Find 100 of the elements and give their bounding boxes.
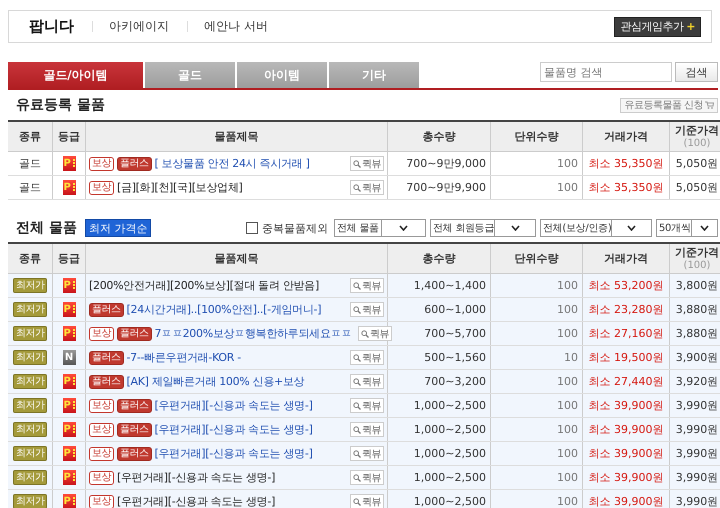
game-name[interactable]: 아키에이지 [109, 18, 169, 35]
server-name[interactable]: 에안나 서버 [204, 18, 268, 35]
grade-icon: P [62, 446, 76, 461]
unit-quantity: 100 [490, 442, 582, 466]
quick-view-button[interactable]: 퀵뷰 [350, 398, 384, 413]
quick-view-button[interactable]: 퀵뷰 [350, 278, 384, 293]
item-title[interactable]: [우편거래][-신용과 속도는 생명-] [154, 422, 313, 437]
plus-badge: 플러스 [117, 446, 152, 460]
checkbox-label: 중복물품제외 [262, 220, 328, 236]
base-price: 3,990원 [670, 394, 720, 418]
item-title[interactable]: [우편거래][-신용과 속도는 생명-] [154, 446, 313, 461]
quick-view-button[interactable]: 퀵뷰 [350, 180, 384, 195]
unit-quantity: 100 [490, 176, 582, 200]
unit-quantity: 100 [490, 152, 582, 176]
quick-view-button[interactable]: 퀵뷰 [350, 302, 384, 317]
quick-view-button[interactable]: 퀵뷰 [350, 422, 384, 437]
section-title: 전체 물품 [16, 219, 77, 237]
checkbox[interactable] [246, 222, 258, 234]
filter-dropdown[interactable]: 50개씩 [656, 219, 718, 237]
section-title: 유료등록 물품 [16, 96, 105, 114]
column-header: 기준가격 (100) [670, 121, 720, 152]
search-icon [353, 498, 361, 506]
column-header: 단위수량 [490, 121, 582, 152]
unit-quantity: 100 [490, 418, 582, 442]
total-quantity: 700~5,700 [388, 322, 490, 346]
lowest-price-badge: 최저가 [12, 326, 48, 341]
total-quantity: 1,000~2,500 [388, 418, 490, 442]
total-quantity: 700~9만9,000 [388, 152, 490, 176]
search-field[interactable]: 물품명 검색 [540, 62, 672, 82]
base-price: 3,800원 [670, 274, 720, 298]
item-title[interactable]: [우편거래][-신용과 속도는 생명-] [117, 494, 276, 508]
trade-price: 최소 19,500원 [582, 346, 670, 370]
trade-price: 최소 39,900원 [582, 418, 670, 442]
apply-premium-button[interactable]: 유료등록물품 신청 [620, 98, 718, 112]
lowest-price-badge: 최저가 [12, 446, 48, 461]
total-quantity: 1,000~2,500 [388, 442, 490, 466]
add-favorite-game-button[interactable]: 관심게임추가 + [614, 16, 701, 36]
search-icon [353, 354, 361, 362]
page-title: 팝니다 [29, 17, 74, 36]
plus-badge: 플러스 [117, 398, 152, 412]
grade-icon: P [62, 302, 76, 317]
item-type: 골드 [19, 181, 41, 194]
item-title[interactable]: [우편거래][-신용과 속도는 생명-] [154, 398, 313, 413]
grade-icon: P [62, 374, 76, 389]
column-header: 등급 [52, 121, 86, 152]
plus-badge: 플러스 [89, 302, 124, 316]
item-title[interactable]: [우편거래][-신용과 속도는 생명-] [117, 470, 276, 485]
grade-icon: P [62, 156, 76, 171]
column-header: 거래가격 [582, 243, 670, 274]
unit-quantity: 100 [490, 298, 582, 322]
base-price: 3,990원 [670, 490, 720, 508]
item-type: 골드 [19, 157, 41, 170]
item-title[interactable]: [금][화][천][국][보상업체] [117, 180, 243, 195]
column-header: 기준가격 (100) [670, 243, 720, 274]
unit-quantity: 100 [490, 490, 582, 508]
column-header: 단위수량 [490, 243, 582, 274]
item-title[interactable]: [200%안전거래][200%보상][절대 돌려 안받음] [89, 278, 319, 293]
search-icon [353, 306, 361, 314]
base-price: 5,050원 [670, 176, 720, 200]
lowest-price-badge: 최저가 [12, 350, 48, 365]
grade-icon: P [62, 470, 76, 485]
search-icon [353, 184, 361, 192]
trade-price: 최소 27,440원 [582, 370, 670, 394]
total-quantity: 700~9만9,900 [388, 176, 490, 200]
item-title[interactable]: [24시간거래]..[100%안전]..[-게임머니-] [126, 302, 322, 317]
quick-view-button[interactable]: 퀵뷰 [350, 374, 384, 389]
trade-price: 최소 39,900원 [582, 442, 670, 466]
compensation-badge: 보상 [89, 446, 114, 460]
compensation-badge: 보상 [89, 470, 114, 484]
filter-dropdown[interactable]: 전체 회원등급 [430, 219, 536, 237]
column-header: 종류 [8, 243, 52, 274]
quick-view-button[interactable]: 퀵뷰 [350, 350, 384, 365]
grade-icon: P [62, 278, 76, 293]
quick-view-button[interactable]: 퀵뷰 [350, 494, 384, 508]
column-header: 거래가격 [582, 121, 670, 152]
quick-view-button[interactable]: 퀵뷰 [358, 326, 392, 341]
column-header: 총수량 [388, 243, 490, 274]
trade-price: 최소 39,900원 [582, 490, 670, 508]
base-price: 3,990원 [670, 466, 720, 490]
item-title[interactable]: [AK] 제일빠른거래 100% 신용+보상 [126, 374, 304, 389]
total-quantity: 1,000~2,500 [388, 394, 490, 418]
trade-price: 최소 39,900원 [582, 466, 670, 490]
filter-dropdown[interactable]: 전체(보상/인증) [540, 219, 652, 237]
sort-button[interactable]: 최저 가격순 [84, 219, 152, 237]
grade-icon: N [62, 350, 76, 365]
base-price: 3,880원 [670, 298, 720, 322]
quick-view-button[interactable]: 퀵뷰 [350, 446, 384, 461]
item-title[interactable]: [ 보상물품 안전 24시 즉시거래 ] [154, 156, 310, 171]
search-icon [360, 330, 369, 338]
unit-quantity: 100 [490, 274, 582, 298]
total-quantity: 600~1,000 [388, 298, 490, 322]
quick-view-button[interactable]: 퀵뷰 [350, 470, 384, 485]
search-button[interactable]: 검색 [675, 62, 718, 82]
item-title[interactable]: 7ㅍㅍ200%보상ㅍ행복한하루되세요ㅍㅍ [154, 326, 352, 341]
compensation-badge: 보상 [89, 494, 114, 508]
quick-view-button[interactable]: 퀵뷰 [350, 156, 384, 171]
category-tab[interactable]: 골드/아이템 [8, 62, 143, 88]
search-icon [353, 402, 361, 410]
filter-dropdown[interactable]: 전체 물품 [334, 219, 426, 237]
item-title[interactable]: -7--빠른우편거래-KOR - [126, 350, 241, 365]
